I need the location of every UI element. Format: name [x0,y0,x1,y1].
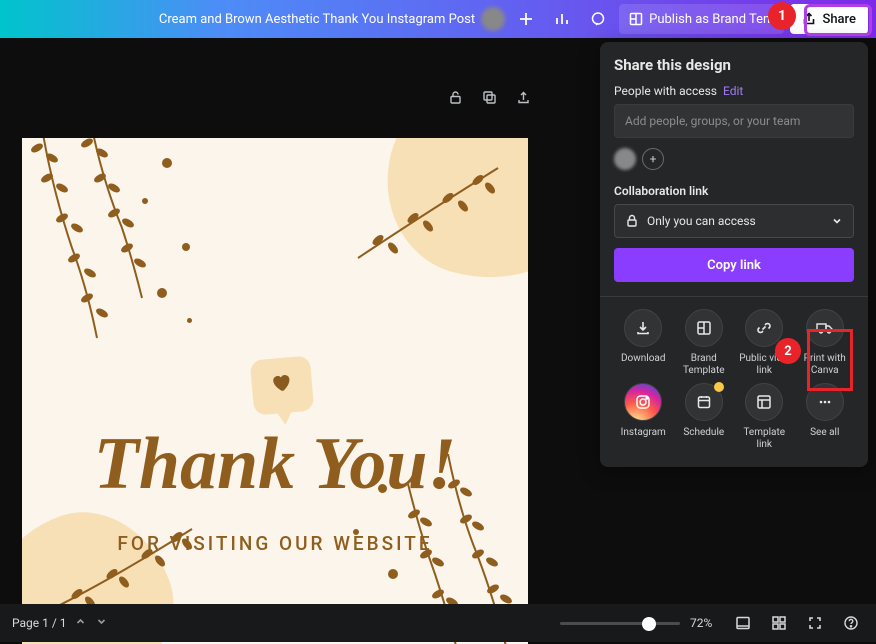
share-panel: Share this design People with access Edi… [600,42,868,467]
share-button[interactable]: Share [790,4,868,34]
design-title[interactable]: Cream and Brown Aesthetic Thank You Inst… [159,12,475,27]
help-button[interactable] [838,610,864,636]
action-label: Brand Template [675,353,734,377]
notification-badge [714,382,724,392]
user-avatar[interactable] [481,7,505,31]
prev-page-button[interactable] [73,614,88,632]
vine-decoration [42,509,212,619]
next-page-button[interactable] [94,614,109,632]
print-action[interactable]: Print with Canva [796,309,855,377]
share-actions-grid: Download Brand Template Public view link… [614,309,854,451]
plus-icon [518,11,534,27]
more-icon [817,394,833,410]
instagram-icon [635,394,651,410]
upload-page-button[interactable] [510,84,536,110]
see-all-action[interactable]: See all [796,383,855,451]
heart-icon [269,372,295,396]
page-indicator: Page 1 / 1 [12,614,109,632]
avatar-row: + [614,148,854,170]
truck-icon [816,320,834,336]
lock-icon [625,214,639,228]
upload-icon [516,90,531,105]
action-label: See all [810,427,839,449]
duplicate-button[interactable] [476,84,502,110]
zoom-slider[interactable] [560,622,680,625]
comment-icon [590,11,606,27]
share-icon [802,12,816,26]
template-link-action[interactable]: Template link [735,383,794,451]
edit-access-link[interactable]: Edit [723,84,743,98]
publish-button[interactable]: Publish as Brand Tem [619,4,784,34]
annotation-number-2: 2 [775,338,801,364]
avatar-thumbnail[interactable] [614,148,636,170]
vine-decoration [338,148,518,288]
chevron-down-icon [96,616,107,627]
share-panel-title: Share this design [614,56,854,74]
chevron-down-icon [831,215,843,227]
template-icon [629,12,643,26]
chevron-up-icon [75,616,86,627]
zoom-thumb[interactable] [642,617,656,631]
page-label: Page 1 / 1 [12,616,67,630]
page-tools [442,84,536,110]
action-label: Schedule [683,427,724,449]
action-label: Print with Canva [796,353,855,377]
instagram-action[interactable]: Instagram [614,383,673,451]
annotation-number-1: 1 [768,2,796,30]
download-action[interactable]: Download [614,309,673,377]
brand-template-icon [696,320,712,336]
template-link-icon [756,394,772,410]
collab-label: Collaboration link [614,184,854,198]
comments-button[interactable] [583,4,613,34]
add-button[interactable] [511,4,541,34]
copy-link-button[interactable]: Copy link [614,248,854,282]
fullscreen-button[interactable] [802,610,828,636]
action-label: Template link [735,427,794,451]
schedule-action[interactable]: Schedule [675,383,734,451]
decorative-dots [132,148,222,328]
access-dropdown[interactable]: Only you can access [614,204,854,238]
duplicate-icon [482,90,497,105]
calendar-icon [696,394,712,410]
access-row: People with access Edit [614,84,854,98]
zoom-label: 72% [690,616,720,630]
page-view-button[interactable] [730,610,756,636]
chart-icon [554,11,570,27]
link-icon [756,320,772,336]
lock-icon [448,90,463,105]
access-label: People with access [614,84,717,98]
add-people-input[interactable] [614,104,854,138]
design-canvas[interactable]: Thank You! FOR VISITING OUR WEBSITE [22,138,528,644]
help-icon [843,615,859,631]
dropdown-value: Only you can access [647,214,756,228]
publish-label: Publish as Brand Tem [649,12,774,27]
grid-view-button[interactable] [766,610,792,636]
divider [600,296,868,297]
lock-button[interactable] [442,84,468,110]
bottombar: Page 1 / 1 72% [0,604,876,642]
page-view-icon [735,615,751,631]
download-icon [635,320,651,336]
topbar: Cream and Brown Aesthetic Thank You Inst… [0,0,876,38]
fullscreen-icon [807,615,823,631]
analytics-button[interactable] [547,4,577,34]
add-person-button[interactable]: + [642,148,664,170]
brand-template-action[interactable]: Brand Template [675,309,734,377]
grid-icon [771,615,787,631]
share-label: Share [822,12,856,27]
action-label: Download [621,353,666,375]
action-label: Instagram [621,427,666,449]
